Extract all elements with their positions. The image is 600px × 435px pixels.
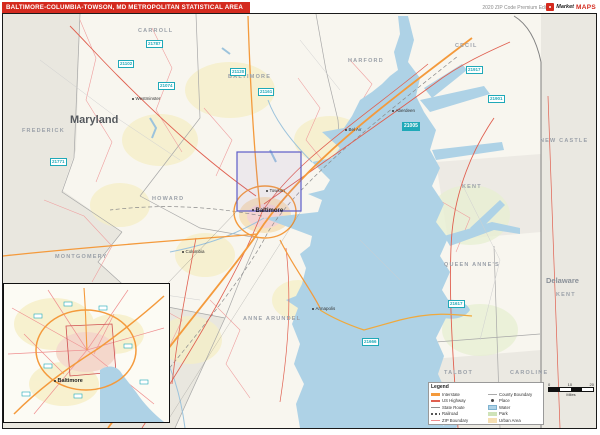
inset-water: [100, 367, 164, 422]
county-label-queen-annes: QUEEN ANNE'S: [444, 262, 500, 268]
map-legend: Legend Interstate US Highway State Route…: [428, 382, 544, 425]
county-label-talbot: TALBOT: [444, 370, 473, 376]
city-label-baltimore: Baltimore: [252, 208, 283, 214]
zip-label: 21074: [158, 82, 175, 90]
city-label-columbia: Columbia: [182, 249, 205, 254]
county-label-montgomery: MONTGOMERY: [55, 254, 107, 260]
zip-boundary-swatch: [431, 420, 440, 421]
zip-label: 21161: [258, 88, 274, 96]
county-boundary-swatch: [488, 394, 497, 395]
legend-title: Legend: [431, 384, 541, 390]
railroad-swatch: [431, 413, 440, 415]
county-label-caroline: CAROLINE: [510, 370, 548, 376]
county-label-cecil: CECIL: [455, 43, 478, 49]
edition-label: 2020 ZIP Code Premium Edition: [482, 5, 554, 11]
zip-label: 21102: [118, 60, 134, 68]
header-bar: BALTIMORE-COLUMBIA-TOWSON, MD METROPOLIT…: [2, 2, 250, 13]
county-label-new-castle: NEW CASTLE: [540, 138, 588, 144]
page-title: BALTIMORE-COLUMBIA-TOWSON, MD METROPOLIT…: [2, 2, 250, 13]
legend-item: Urban Area: [488, 417, 541, 424]
scale-unit: Miles: [548, 392, 594, 397]
zip-label: 21617: [448, 300, 465, 308]
inset-canvas: [4, 284, 169, 422]
zip-label: 21120: [230, 68, 246, 76]
city-label-bel-air: Bel Air: [345, 127, 362, 132]
map-pin-icon: [546, 3, 554, 11]
county-label-kent-de: KENT: [556, 292, 576, 298]
county-label-harford: HARFORD: [348, 58, 384, 64]
zip-label: 21666: [362, 338, 379, 346]
urban-area-swatch: [488, 418, 497, 423]
county-label-anne-arundel: ANNE ARUNDEL: [243, 316, 301, 322]
state-label-maryland: Maryland: [70, 114, 118, 126]
map-sheet: BALTIMORE-COLUMBIA-TOWSON, MD METROPOLIT…: [0, 0, 600, 435]
water-swatch: [488, 405, 497, 410]
county-label-howard: HOWARD: [152, 196, 184, 202]
city-label-towson: Towson: [266, 188, 285, 193]
zip-label: 21771: [50, 158, 67, 166]
zip-label: 21005: [402, 122, 420, 131]
state-label-delaware: Delaware: [546, 276, 579, 285]
legend-item: ZIP Boundary: [431, 417, 484, 424]
county-label-frederick: FREDERICK: [22, 128, 65, 134]
inset-city-label: Baltimore: [54, 378, 83, 384]
zip-label: 21787: [146, 40, 163, 48]
county-label-carroll: CARROLL: [138, 28, 173, 34]
zip-label: 21917: [466, 66, 483, 74]
park-swatch: [488, 412, 497, 417]
city-label-aberdeen: Aberdeen: [392, 108, 415, 113]
county-label-kent-md: KENT: [462, 184, 482, 190]
scale-tick: 0: [548, 382, 550, 387]
scale-tick: 20: [590, 382, 594, 387]
city-label-westminster: Westminster: [132, 96, 160, 101]
brand-logo: Market MAPS: [546, 1, 596, 13]
scale-tick: 10: [568, 382, 572, 387]
place-swatch: [491, 399, 494, 402]
zip-label: 21901: [488, 95, 505, 103]
us-highway-swatch: [431, 400, 440, 402]
logo-word-maps: MAPS: [576, 4, 596, 11]
map-frame: CARROLL BALTIMORE HARFORD CECIL FREDERIC…: [2, 13, 597, 429]
scale-bar: 0 10 20 Miles: [548, 382, 594, 397]
downtown-inset-map: Baltimore: [3, 283, 170, 423]
interstate-swatch: [431, 393, 440, 396]
city-label-annapolis: Annapolis: [312, 306, 335, 311]
state-route-swatch: [431, 407, 440, 409]
logo-word-market: Market: [556, 4, 574, 10]
